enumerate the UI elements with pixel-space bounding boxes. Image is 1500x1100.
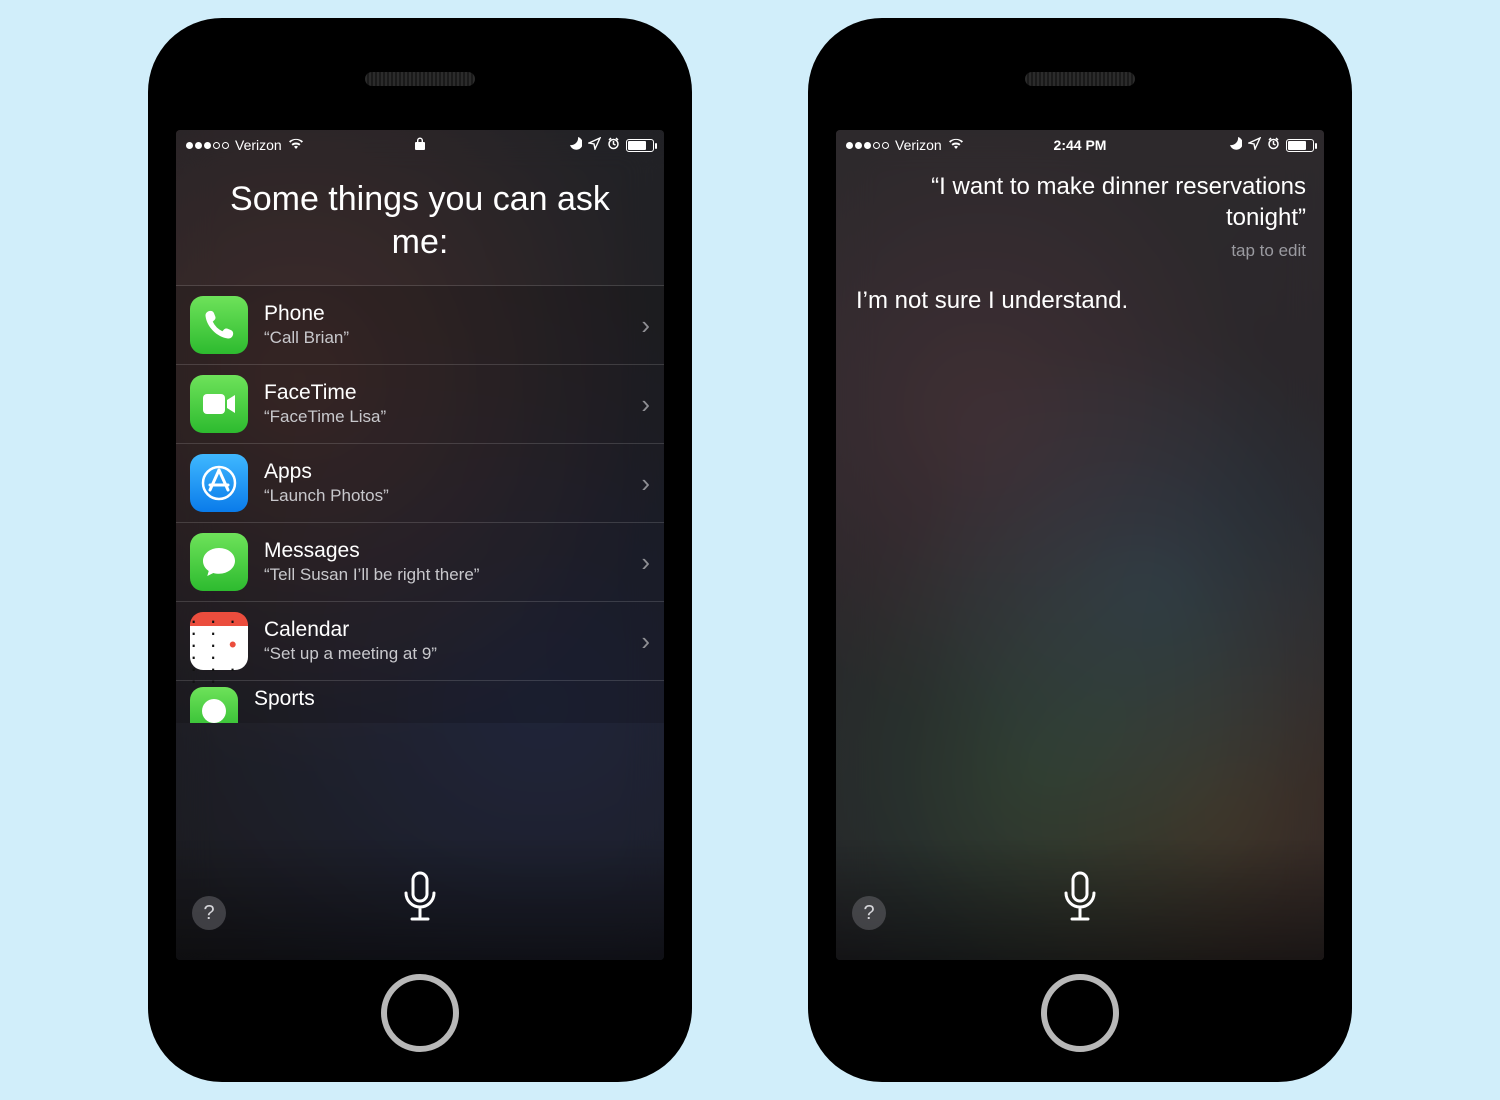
home-button[interactable]: [1041, 974, 1119, 1052]
wifi-icon: [288, 137, 304, 153]
suggestion-app-label: Calendar: [264, 618, 625, 642]
chevron-right-icon: ›: [641, 310, 650, 341]
wifi-icon: [948, 137, 964, 153]
suggestion-app-label: FaceTime: [264, 381, 625, 405]
siri-response-screen: Verizon 2:44 PM “I want to make: [836, 130, 1324, 960]
moon-icon: [1229, 137, 1242, 153]
user-query-text[interactable]: “I want to make dinner reservations toni…: [836, 160, 1324, 237]
facetime-icon: [190, 375, 248, 433]
carrier-label: Verizon: [235, 137, 282, 153]
phone-icon: [190, 296, 248, 354]
suggestion-list[interactable]: Phone “Call Brian” › FaceTime “FaceTime …: [176, 285, 664, 723]
suggestion-row-calendar[interactable]: · · · · ·· · • · ·· · · · · Calendar “Se…: [176, 602, 664, 681]
suggestion-app-label: Apps: [264, 460, 625, 484]
status-bar: Verizon: [176, 130, 664, 160]
messages-icon: [190, 533, 248, 591]
status-bar: Verizon 2:44 PM: [836, 130, 1324, 160]
phone-speaker: [1025, 72, 1135, 86]
user-query-label: “I want to make dinner reservations toni…: [931, 173, 1306, 231]
phone-left: Verizon Some t: [150, 20, 690, 1080]
microphone-icon[interactable]: [399, 871, 441, 930]
suggestion-example-label: “FaceTime Lisa”: [264, 407, 625, 427]
location-icon: [588, 137, 601, 153]
chevron-right-icon: ›: [641, 626, 650, 657]
lock-icon: [414, 137, 426, 154]
signal-dots-icon: [186, 142, 229, 149]
phone-speaker: [365, 72, 475, 86]
suggestion-example-label: “Call Brian”: [264, 328, 625, 348]
siri-suggestions-heading: Some things you can ask me:: [176, 160, 664, 285]
chevron-right-icon: ›: [641, 389, 650, 420]
home-button[interactable]: [381, 974, 459, 1052]
suggestion-example-label: “Tell Susan I’ll be right there”: [264, 565, 625, 585]
suggestion-row-phone[interactable]: Phone “Call Brian” ›: [176, 286, 664, 365]
phone-right: Verizon 2:44 PM “I want to make: [810, 20, 1350, 1080]
alarm-icon: [1267, 137, 1280, 153]
help-icon-label: ?: [203, 902, 214, 925]
tap-to-edit-hint[interactable]: tap to edit: [836, 237, 1324, 261]
battery-icon: [626, 139, 654, 152]
sports-icon: [190, 687, 238, 723]
alarm-icon: [607, 137, 620, 153]
chevron-right-icon: ›: [641, 468, 650, 499]
suggestion-example-label: “Set up a meeting at 9”: [264, 644, 625, 664]
suggestion-row-facetime[interactable]: FaceTime “FaceTime Lisa” ›: [176, 365, 664, 444]
suggestion-row-sports[interactable]: Sports: [176, 681, 664, 723]
microphone-icon[interactable]: [1059, 871, 1101, 930]
suggestion-app-label: Phone: [264, 302, 625, 326]
help-button[interactable]: ?: [852, 896, 886, 930]
suggestion-row-apps[interactable]: Apps “Launch Photos” ›: [176, 444, 664, 523]
siri-suggestions-screen: Verizon Some t: [176, 130, 664, 960]
moon-icon: [569, 137, 582, 153]
suggestion-app-label: Sports: [254, 687, 650, 711]
siri-response-text: I’m not sure I understand.: [836, 261, 1324, 341]
chevron-right-icon: ›: [641, 547, 650, 578]
suggestion-row-messages[interactable]: Messages “Tell Susan I’ll be right there…: [176, 523, 664, 602]
carrier-label: Verizon: [895, 137, 942, 153]
siri-bottom-bar: ?: [836, 840, 1324, 960]
help-icon-label: ?: [863, 902, 874, 925]
signal-dots-icon: [846, 142, 889, 149]
status-time: 2:44 PM: [1054, 137, 1107, 153]
siri-bottom-bar: ?: [176, 840, 664, 960]
battery-icon: [1286, 139, 1314, 152]
help-button[interactable]: ?: [192, 896, 226, 930]
suggestion-app-label: Messages: [264, 539, 625, 563]
appstore-icon: [190, 454, 248, 512]
suggestion-example-label: “Launch Photos”: [264, 486, 625, 506]
calendar-icon: · · · · ·· · • · ·· · · · ·: [190, 612, 248, 670]
location-icon: [1248, 137, 1261, 153]
